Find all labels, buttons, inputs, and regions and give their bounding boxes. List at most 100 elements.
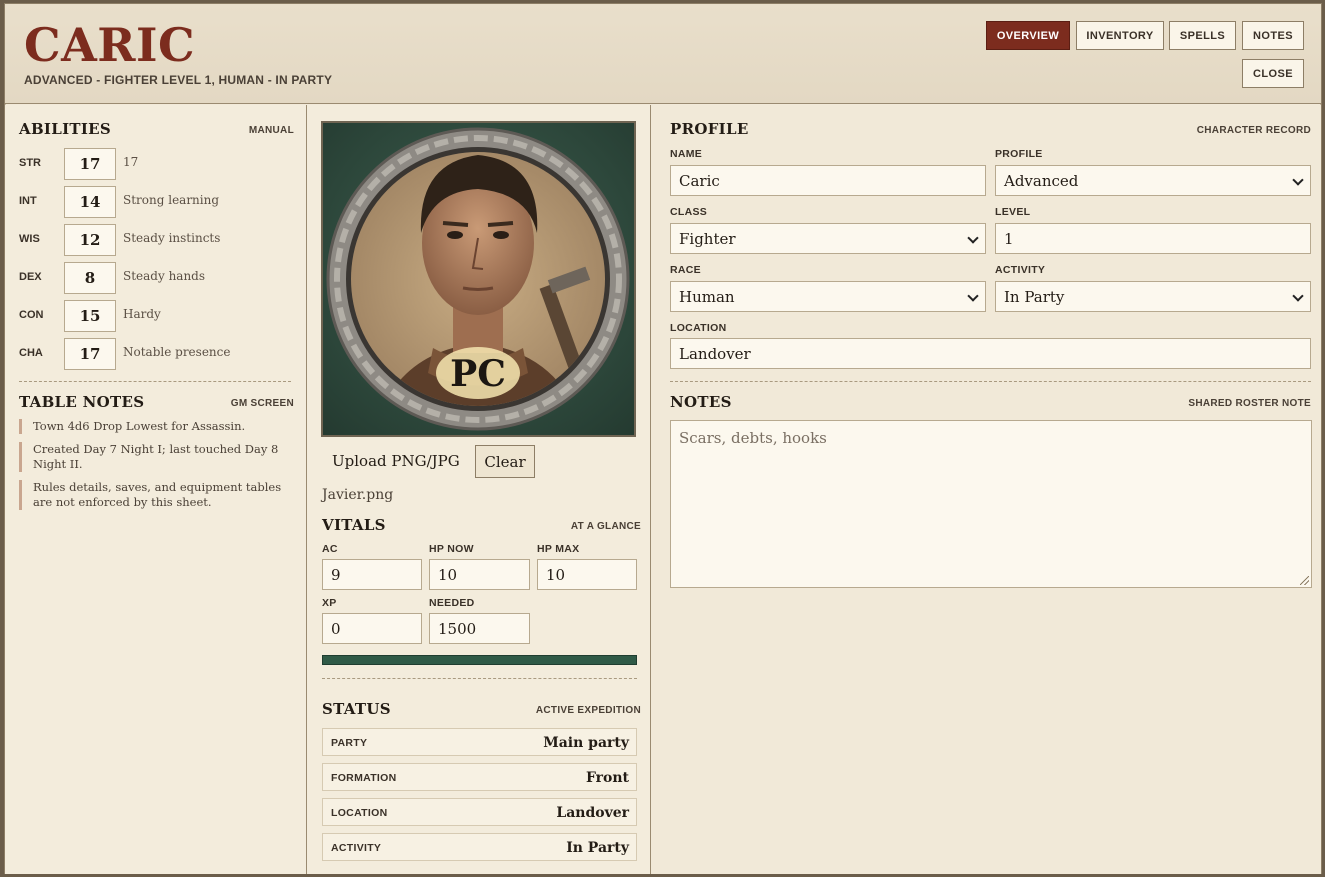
notes-textarea[interactable]: Scars, debts, hooks — [670, 420, 1312, 588]
section-divider — [19, 381, 291, 382]
ability-row-wis: WIS 12 Steady instincts — [19, 224, 299, 256]
tab-inventory[interactable]: INVENTORY — [1076, 21, 1164, 50]
status-row-activity: ACTIVITY In Party — [322, 833, 637, 861]
ability-note: Hardy — [123, 307, 161, 321]
profile-select[interactable]: Advanced — [995, 165, 1311, 196]
table-notes-tag: GM SCREEN — [230, 398, 294, 409]
xp-needed-input[interactable]: 1500 — [429, 613, 530, 644]
status-row-formation: FORMATION Front — [322, 763, 637, 791]
status-value: Main party — [543, 735, 629, 751]
ability-note: Steady instincts — [123, 231, 221, 245]
ability-row-cha: CHA 17 Notable presence — [19, 338, 299, 370]
hp-max-input[interactable]: 10 — [537, 559, 637, 590]
level-input[interactable]: 1 — [995, 223, 1311, 254]
race-label: RACE — [670, 264, 701, 276]
ability-note: Steady hands — [123, 269, 206, 283]
portrait-vitals-column: PC Upload PNG/JPG Clear Javier.png VITAL… — [307, 105, 651, 874]
portrait-filename: Javier.png — [322, 487, 394, 503]
ability-row-str: STR 17 17 — [19, 148, 299, 180]
needed-label: NEEDED — [429, 597, 475, 609]
hp-now-input[interactable]: 10 — [429, 559, 530, 590]
ability-score-input[interactable]: 17 — [64, 338, 116, 370]
status-row-location: LOCATION Landover — [322, 798, 637, 826]
character-sheet-modal: CARIC ADVANCED - FIGHTER LEVEL 1, HUMAN … — [4, 3, 1322, 874]
upload-image-button[interactable]: Upload PNG/JPG — [332, 452, 460, 470]
ability-row-con: CON 15 Hardy — [19, 300, 299, 332]
ability-note: 17 — [123, 155, 139, 169]
profile-heading: PROFILE — [670, 120, 749, 138]
xp-input[interactable]: 0 — [322, 613, 422, 644]
class-select[interactable]: Fighter — [670, 223, 986, 254]
ability-row-dex: DEX 8 Steady hands — [19, 262, 299, 294]
activity-label: ACTIVITY — [995, 264, 1046, 276]
character-portrait[interactable]: PC — [321, 121, 636, 437]
ability-label: CHA — [19, 347, 43, 359]
close-button[interactable]: CLOSE — [1242, 59, 1304, 88]
ability-score-input[interactable]: 14 — [64, 186, 116, 218]
xp-progress-bar — [322, 655, 637, 665]
status-key: FORMATION — [331, 772, 397, 784]
status-value: Front — [585, 770, 629, 786]
character-subtitle: ADVANCED - FIGHTER LEVEL 1, HUMAN - IN P… — [24, 73, 333, 87]
tab-spells[interactable]: SPELLS — [1169, 21, 1236, 50]
status-row-party: PARTY Main party — [322, 728, 637, 756]
ability-label: INT — [19, 195, 37, 207]
table-note-item: Rules details, saves, and equipment tabl… — [19, 480, 291, 510]
status-key: LOCATION — [331, 807, 388, 819]
tab-overview[interactable]: OVERVIEW — [986, 21, 1070, 50]
ability-label: DEX — [19, 271, 42, 283]
status-key: PARTY — [331, 737, 368, 749]
xp-label: XP — [322, 597, 337, 609]
pc-badge: PC — [450, 353, 506, 395]
ability-label: STR — [19, 157, 41, 169]
table-notes-heading: TABLE NOTES — [19, 393, 145, 411]
location-input[interactable]: Landover — [670, 338, 1311, 369]
profile-label: PROFILE — [995, 148, 1043, 160]
sheet-header: CARIC ADVANCED - FIGHTER LEVEL 1, HUMAN … — [5, 4, 1321, 104]
ac-label: AC — [322, 543, 338, 555]
ability-note: Strong learning — [123, 193, 220, 207]
notes-heading: NOTES — [670, 393, 732, 411]
ability-label: CON — [19, 309, 44, 321]
status-value: In Party — [566, 840, 629, 856]
ability-note: Notable presence — [123, 345, 231, 359]
clear-image-button[interactable]: Clear — [475, 445, 535, 478]
ability-score-input[interactable]: 15 — [64, 300, 116, 332]
abilities-heading: ABILITIES — [19, 120, 112, 138]
section-divider — [670, 381, 1311, 382]
class-label: CLASS — [670, 206, 708, 218]
notes-placeholder: Scars, debts, hooks — [679, 429, 827, 447]
hp-now-label: HP NOW — [429, 543, 474, 555]
vitals-heading: VITALS — [322, 516, 386, 534]
notes-tag: SHARED ROSTER NOTE — [1188, 398, 1311, 409]
abilities-column: ABILITIES MANUAL STR 17 17 INT 14 Strong… — [5, 105, 307, 874]
profile-tag: CHARACTER RECORD — [1196, 125, 1311, 136]
level-label: LEVEL — [995, 206, 1031, 218]
profile-column: PROFILE CHARACTER RECORD NAME Caric PROF… — [651, 105, 1321, 874]
status-value: Landover — [556, 805, 629, 821]
character-name-title: CARIC — [24, 18, 196, 72]
ability-row-int: INT 14 Strong learning — [19, 186, 299, 218]
table-note-item: Town 4d6 Drop Lowest for Assassin. — [19, 419, 291, 434]
ability-score-input[interactable]: 8 — [64, 262, 116, 294]
tab-notes[interactable]: NOTES — [1242, 21, 1304, 50]
ac-input[interactable]: 9 — [322, 559, 422, 590]
abilities-tag: MANUAL — [248, 125, 294, 136]
status-heading: STATUS — [322, 700, 391, 718]
vitals-tag: AT A GLANCE — [570, 521, 641, 532]
status-tag: ACTIVE EXPEDITION — [535, 705, 641, 716]
resize-grip-icon[interactable] — [1300, 576, 1309, 585]
section-divider — [322, 678, 637, 679]
table-note-item: Created Day 7 Night I; last touched Day … — [19, 442, 291, 472]
location-label: LOCATION — [670, 322, 727, 334]
name-label: NAME — [670, 148, 703, 160]
portrait-token-icon: PC — [326, 127, 630, 431]
ability-score-input[interactable]: 17 — [64, 148, 116, 180]
activity-select[interactable]: In Party — [995, 281, 1311, 312]
hp-max-label: HP MAX — [537, 543, 580, 555]
race-select[interactable]: Human — [670, 281, 986, 312]
ability-label: WIS — [19, 233, 40, 245]
ability-score-input[interactable]: 12 — [64, 224, 116, 256]
name-input[interactable]: Caric — [670, 165, 986, 196]
status-key: ACTIVITY — [331, 842, 382, 854]
